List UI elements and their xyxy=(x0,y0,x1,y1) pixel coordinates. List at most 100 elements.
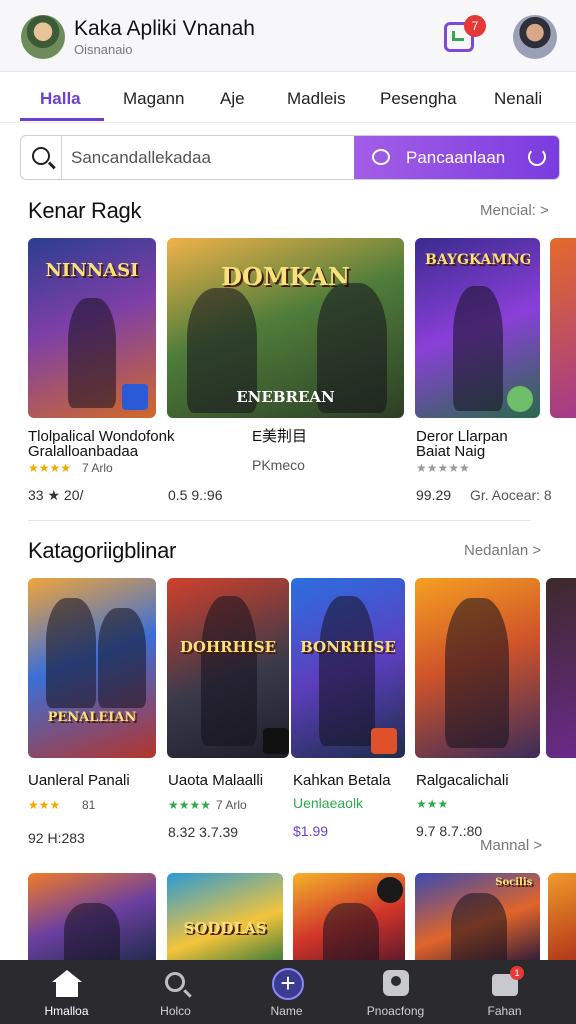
game-card-image[interactable] xyxy=(415,578,540,758)
nav-add[interactable]: + Name xyxy=(229,960,344,1024)
search-icon[interactable] xyxy=(32,147,50,165)
app-title: Kaka Apliki Vnanah xyxy=(74,17,255,40)
game-price: 9.7 8.7.:80 xyxy=(416,823,483,839)
platform-badge xyxy=(122,384,148,410)
rating-text: 7 Arlo xyxy=(82,461,113,475)
search-button[interactable]: Pancaanlaan xyxy=(354,136,559,179)
rating-text: 81 xyxy=(82,798,96,812)
nav-label: Hmalloa xyxy=(44,1004,89,1018)
rating-stars: ★★★ xyxy=(28,798,61,812)
notification-badge: 7 xyxy=(464,15,486,37)
game-character xyxy=(451,893,507,963)
game-extra-info: Gr. Aocear: 8 xyxy=(470,487,552,503)
game-card-image[interactable] xyxy=(293,873,405,963)
search-bar: Pancaanlaan xyxy=(20,135,560,180)
game-card-subtitle: PKmeco xyxy=(252,457,305,473)
close-icon[interactable] xyxy=(377,877,403,903)
game-card-title[interactable]: Deror Llarpan xyxy=(416,429,508,444)
app-subtitle: Oisnanaio xyxy=(74,42,133,57)
game-price: 8.32 3.7.39 xyxy=(168,824,239,840)
profile-avatar[interactable] xyxy=(513,15,557,59)
rating-stars: ★★★ xyxy=(416,797,449,811)
game-art-logo: BAYGKAMNG xyxy=(425,252,530,268)
game-art-logo: Socilis xyxy=(495,877,533,888)
section-title-featured: Kenar Ragk xyxy=(28,198,142,223)
game-character xyxy=(319,596,375,746)
add-icon: + xyxy=(272,968,304,1000)
tab-pesengha[interactable]: Pesengha xyxy=(380,89,457,109)
game-price: 33 ★ 20/ xyxy=(28,487,84,503)
game-card-title[interactable]: E美荆目 xyxy=(252,429,307,444)
game-card-image[interactable]: Socilis xyxy=(415,873,540,963)
game-character xyxy=(445,598,509,748)
game-card-image[interactable]: NINNASI xyxy=(28,238,156,418)
nav-inbox[interactable]: 1 Fahan xyxy=(447,960,562,1024)
tab-nenali[interactable]: Nenali xyxy=(494,89,542,109)
game-card-title[interactable]: Ralgacalichali xyxy=(416,773,509,788)
person-icon xyxy=(381,970,411,998)
tab-bar: Halla Magann Aje Madleis Pesengha Nenali xyxy=(0,73,576,123)
game-card-title-line2: Gralalloanbadaa xyxy=(28,443,139,460)
app-header: Kaka Apliki Vnanah Oisnanaio 7 xyxy=(0,0,576,72)
game-card-image[interactable]: DOMKAN ENEBREAN xyxy=(167,238,404,418)
active-tab-indicator xyxy=(20,118,104,121)
game-card-image[interactable] xyxy=(548,873,576,963)
game-card-subtitle: Uenlaeaolk xyxy=(293,795,364,811)
refresh-icon xyxy=(528,148,546,166)
nav-home[interactable]: Hmalloa xyxy=(9,960,124,1024)
game-art-logo: BONRHISE xyxy=(300,638,396,656)
game-card-image[interactable] xyxy=(28,873,156,963)
tab-madleis[interactable]: Madleis xyxy=(287,89,346,109)
game-character xyxy=(453,286,503,411)
game-card-image[interactable] xyxy=(550,238,576,418)
more-link[interactable]: Mannal > xyxy=(480,837,542,854)
game-card-image[interactable]: DOHRHISE xyxy=(167,578,289,758)
rating-text: 7 Arlo xyxy=(216,798,247,812)
nav-label: Pnoacfong xyxy=(366,1004,425,1018)
rating-stars: ★★★★ xyxy=(28,461,72,475)
game-art-logo: SODDLAS xyxy=(183,919,267,937)
tab-aje[interactable]: Aje xyxy=(220,89,245,109)
game-character xyxy=(46,598,96,708)
inbox-badge: 1 xyxy=(510,966,524,980)
game-character xyxy=(64,903,120,963)
game-price: 0.5 9.:96 xyxy=(168,487,223,503)
game-card-image[interactable]: BAYGKAMNG xyxy=(415,238,540,418)
app-avatar[interactable] xyxy=(21,15,65,59)
game-card-image[interactable]: PENALEIAN xyxy=(28,578,156,758)
nav-label: Holco xyxy=(160,1004,191,1018)
tab-halla[interactable]: Halla xyxy=(40,89,81,109)
search-button-label: Pancaanlaan xyxy=(406,148,506,167)
nav-label: Fahan xyxy=(487,1004,522,1018)
game-card-image[interactable] xyxy=(546,578,576,758)
game-character xyxy=(323,903,379,963)
game-card-title[interactable]: Tlolpalical Wondofonk xyxy=(28,429,174,444)
game-art-logo: NINNASI xyxy=(45,260,139,281)
see-all-featured-link[interactable]: Mencial: > xyxy=(480,202,549,219)
game-price: 99.29 xyxy=(416,487,452,503)
nav-search[interactable]: Holco xyxy=(118,960,233,1024)
see-all-categories-link[interactable]: Nedanlan > xyxy=(464,542,541,559)
game-price: $1.99 xyxy=(293,823,329,839)
tab-magann[interactable]: Magann xyxy=(123,89,184,109)
game-card-title-line2: Baiat Naig xyxy=(416,443,486,460)
nav-profile[interactable]: Pnoacfong xyxy=(338,960,453,1024)
section-title-categories: Katagoriigblinar xyxy=(28,538,177,563)
home-icon xyxy=(52,970,82,998)
search-input[interactable] xyxy=(61,136,354,179)
chat-icon xyxy=(372,149,390,165)
nav-label: Name xyxy=(270,1004,303,1018)
game-card-image[interactable]: BONRHISE xyxy=(291,578,405,758)
game-character xyxy=(68,298,116,408)
game-character xyxy=(201,596,257,746)
game-art-caption: ENEBREAN xyxy=(236,388,335,406)
game-price: 92 H:283 xyxy=(28,830,85,846)
game-card-title[interactable]: Kahkan Betala xyxy=(293,773,391,788)
platform-badge xyxy=(371,728,397,754)
game-card-title[interactable]: Uaota Malaalli xyxy=(168,773,263,788)
section-divider xyxy=(28,520,531,521)
platform-badge xyxy=(507,386,533,412)
game-card-title[interactable]: Uanleral Panali xyxy=(28,773,130,788)
inbox-icon: 1 xyxy=(490,966,524,998)
game-card-image[interactable]: SODDLAS xyxy=(167,873,283,963)
